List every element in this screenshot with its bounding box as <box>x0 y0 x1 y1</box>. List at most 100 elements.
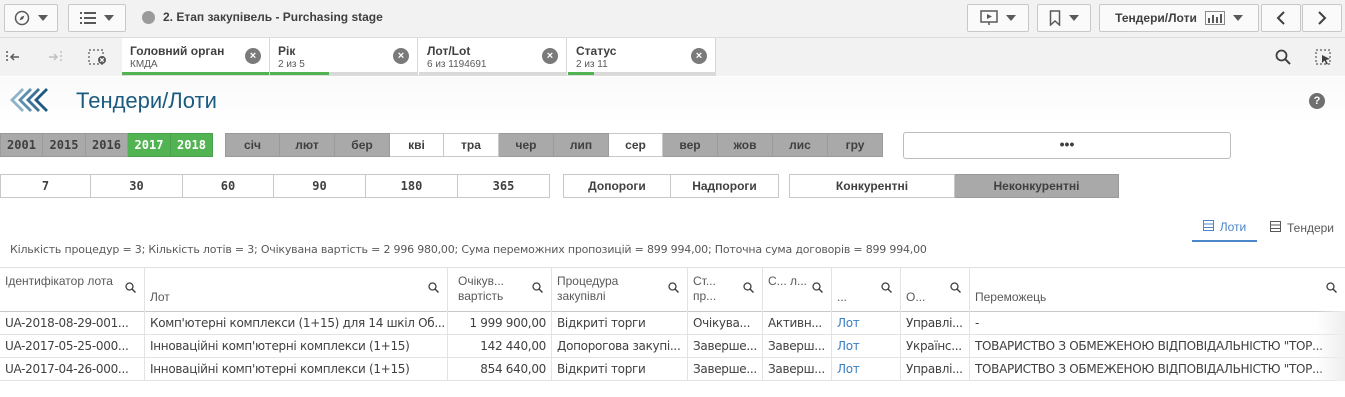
close-icon[interactable]: × <box>691 48 707 64</box>
month-button[interactable]: бер <box>335 133 390 157</box>
threshold-button[interactable]: Надпороги <box>671 174 779 198</box>
step-forward-icon[interactable] <box>46 49 64 68</box>
cell-lot-id[interactable]: UA-2017-05-25-000... <box>0 335 145 357</box>
column-label: О... <box>906 290 926 304</box>
month-button[interactable]: гру <box>828 133 883 157</box>
cell-winner[interactable]: ТОВАРИСТВО З ОБМЕЖЕНОЮ ВІДПОВІДАЛЬНІСТЮ … <box>970 335 1345 357</box>
column-header[interactable]: Очікув... вартість <box>448 268 552 312</box>
previous-sheet-button[interactable] <box>1261 4 1301 32</box>
search-icon[interactable] <box>812 282 824 297</box>
search-icon[interactable] <box>1275 49 1291 68</box>
close-icon[interactable]: × <box>245 48 261 64</box>
cell-lot-id[interactable]: UA-2017-04-26-000... <box>0 358 145 380</box>
search-icon[interactable] <box>950 282 962 297</box>
cell-organizer[interactable]: Управлі... <box>901 358 970 380</box>
month-button[interactable]: чер <box>499 133 554 157</box>
cell-lot[interactable]: Інноваційні комп'ютерні комплекси (1+15) <box>145 335 448 357</box>
global-menu-button[interactable] <box>68 4 126 32</box>
selection-chip[interactable]: Рік 2 из 5 × <box>270 38 418 75</box>
column-header[interactable]: Ідентифікатор лота <box>0 268 145 312</box>
cell-link[interactable]: Лот <box>832 335 901 357</box>
more-options-button[interactable]: ••• <box>903 132 1231 159</box>
cell-lot-id[interactable]: UA-2018-08-29-001... <box>0 312 145 334</box>
days-button[interactable]: 180 <box>366 174 458 198</box>
clear-all-icon[interactable] <box>88 49 108 68</box>
tab-lots[interactable]: Лоти <box>1192 214 1257 242</box>
cell-lot[interactable]: Інноваційні комп'ютерні комплекси (1+15) <box>145 358 448 380</box>
selection-chip[interactable]: Головний орган КМДА × <box>122 38 270 75</box>
column-header[interactable]: С... л... <box>763 268 832 312</box>
search-icon[interactable] <box>428 282 440 297</box>
navigation-menu-button[interactable] <box>4 4 58 32</box>
days-button[interactable]: 30 <box>91 174 183 198</box>
search-icon[interactable] <box>668 282 680 297</box>
year-button[interactable]: 2017 <box>128 133 171 157</box>
column-header[interactable]: Лот <box>145 268 448 312</box>
month-button[interactable]: жов <box>718 133 773 157</box>
column-header[interactable]: О... <box>901 268 970 312</box>
cell-procedure-status[interactable]: Заверше... <box>688 358 763 380</box>
cell-lot[interactable]: Комп'ютерні комплекси (1+15) для 14 шкіл… <box>145 312 448 334</box>
storytelling-button[interactable] <box>967 4 1029 32</box>
month-button[interactable]: лис <box>773 133 828 157</box>
cell-procedure-status[interactable]: Заверше... <box>688 335 763 357</box>
year-button[interactable]: 2001 <box>0 133 43 157</box>
cell-winner[interactable]: ТОВАРИСТВО З ОБМЕЖЕНОЮ ВІДПОВІДАЛЬНІСТЮ … <box>970 358 1345 380</box>
cell-lot-status[interactable]: Заверш... <box>763 358 832 380</box>
cell-organizer[interactable]: Управлі... <box>901 312 970 334</box>
competition-button[interactable]: Неконкурентні <box>955 174 1119 198</box>
search-icon[interactable] <box>881 282 893 297</box>
cell-link[interactable]: Лот <box>832 358 901 380</box>
bookmarks-button[interactable] <box>1037 4 1091 32</box>
search-icon[interactable] <box>1326 282 1338 297</box>
column-header[interactable]: Переможець <box>970 268 1345 312</box>
cell-organizer[interactable]: Українс... <box>901 335 970 357</box>
days-button[interactable]: 7 <box>0 174 91 198</box>
table-row[interactable]: UA-2017-05-25-000... Інноваційні комп'ют… <box>0 335 1345 358</box>
month-button[interactable]: січ <box>225 133 280 157</box>
threshold-button[interactable]: Допороги <box>563 174 671 198</box>
cell-winner[interactable]: - <box>970 312 1345 334</box>
chevron-down-icon <box>1006 15 1016 21</box>
month-button[interactable]: лип <box>554 133 609 157</box>
tab-tenders[interactable]: Тендери <box>1262 214 1342 242</box>
year-button[interactable]: 2015 <box>43 133 86 157</box>
selection-chip[interactable]: Лот/Lot 6 из 1194691 × <box>419 38 567 75</box>
cell-lot-status[interactable]: Заверш... <box>763 335 832 357</box>
cell-procedure[interactable]: Відкриті торги <box>552 358 688 380</box>
month-button[interactable]: вер <box>663 133 718 157</box>
search-icon[interactable] <box>125 282 137 297</box>
cell-procedure[interactable]: Відкриті торги <box>552 312 688 334</box>
help-icon[interactable]: ? <box>1309 93 1325 109</box>
smart-search-icon[interactable] <box>1315 49 1333 68</box>
table-row[interactable]: UA-2017-04-26-000... Інноваційні комп'ют… <box>0 358 1345 381</box>
competition-button[interactable]: Конкурентні <box>789 174 955 198</box>
next-sheet-button[interactable] <box>1302 4 1342 32</box>
year-button[interactable]: 2018 <box>171 133 213 157</box>
selection-field: Лот/Lot <box>427 44 471 58</box>
cell-procedure-status[interactable]: Очікува... <box>688 312 763 334</box>
month-button[interactable]: тра <box>444 133 499 157</box>
month-button[interactable]: кві <box>390 133 444 157</box>
selection-chip[interactable]: Статус 2 из 11 × <box>568 38 716 75</box>
days-button[interactable]: 365 <box>458 174 550 198</box>
search-icon[interactable] <box>743 282 755 297</box>
column-header[interactable]: Процедура закупівлі <box>552 268 688 312</box>
table-row[interactable]: UA-2018-08-29-001... Комп'ютерні комплек… <box>0 312 1345 335</box>
search-icon[interactable] <box>532 282 544 297</box>
days-button[interactable]: 60 <box>183 174 274 198</box>
column-header[interactable]: ... <box>832 268 901 312</box>
year-button[interactable]: 2016 <box>86 133 128 157</box>
step-back-icon[interactable] <box>4 49 22 68</box>
column-header[interactable]: Ст... пр... <box>688 268 763 312</box>
cell-procedure[interactable]: Допорогова закупі... <box>552 335 688 357</box>
column-label: Очікув... вартість <box>458 274 505 303</box>
month-button[interactable]: лют <box>280 133 335 157</box>
close-icon[interactable]: × <box>393 48 409 64</box>
cell-lot-status[interactable]: Активн... <box>763 312 832 334</box>
close-icon[interactable]: × <box>542 48 558 64</box>
sheet-selector-button[interactable]: Тендери/Лоти <box>1099 4 1259 32</box>
month-button[interactable]: сер <box>609 133 663 157</box>
days-button[interactable]: 90 <box>274 174 366 198</box>
cell-link[interactable]: Лот <box>832 312 901 334</box>
